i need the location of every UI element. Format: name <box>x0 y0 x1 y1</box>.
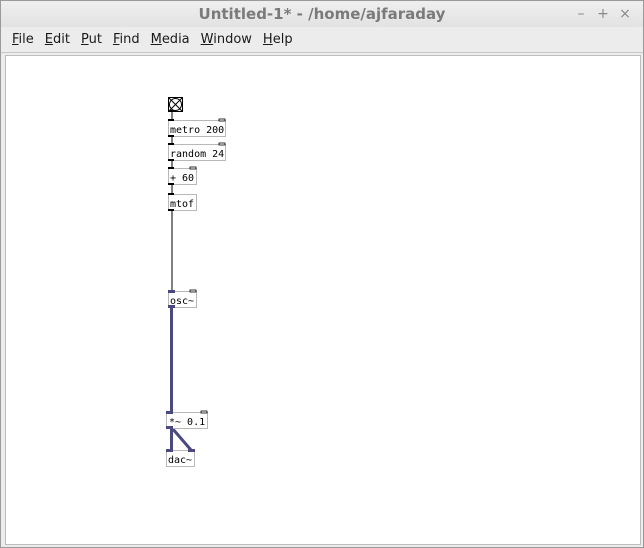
menu-file[interactable]: File <box>12 32 34 47</box>
menu-help[interactable]: Help <box>263 32 293 47</box>
menu-media[interactable]: Media <box>151 32 190 47</box>
bang-object[interactable] <box>168 97 183 113</box>
multiply-label: *~ 0.1 <box>169 417 205 428</box>
multiply-object[interactable]: *~ 0.1 <box>166 410 208 429</box>
random-label: random 24 <box>170 149 224 160</box>
menu-find[interactable]: Find <box>113 32 140 47</box>
mtof-label: mtof <box>170 199 194 210</box>
dac-label: dac~ <box>168 455 192 466</box>
osc-object[interactable]: osc~ <box>168 289 197 308</box>
random-object[interactable]: random 24 <box>168 142 226 161</box>
plus-label: + 60 <box>170 173 194 184</box>
mtof-object[interactable]: mtof <box>168 193 197 211</box>
patch-canvas[interactable]: metro 200 random 24 + 60 mtof osc~ *~ 0.… <box>5 55 641 545</box>
patch-drawing: metro 200 random 24 + 60 mtof osc~ *~ 0.… <box>166 97 226 467</box>
menu-window[interactable]: Window <box>201 32 252 47</box>
title-bar[interactable]: Untitled-1* - /home/ajfaraday – + × <box>1 1 643 27</box>
dac-object[interactable]: dac~ <box>166 449 195 467</box>
window-title: Untitled-1* - /home/ajfaraday <box>198 5 446 23</box>
minimize-button[interactable]: – <box>571 4 591 24</box>
metro-object[interactable]: metro 200 <box>168 118 226 137</box>
menu-put[interactable]: Put <box>81 32 102 47</box>
patch-connections <box>170 112 193 451</box>
menu-edit[interactable]: Edit <box>45 32 70 47</box>
connection-multiply-dac-right[interactable] <box>170 427 193 451</box>
maximize-button[interactable]: + <box>593 4 613 24</box>
close-button[interactable]: × <box>615 4 635 24</box>
menu-bar: File Edit Put Find Media Window Help <box>1 27 643 53</box>
pd-patch-window: Untitled-1* - /home/ajfaraday – + × File… <box>0 0 644 548</box>
metro-label: metro 200 <box>170 125 224 136</box>
osc-label: osc~ <box>170 296 194 307</box>
plus-object[interactable]: + 60 <box>168 166 197 185</box>
